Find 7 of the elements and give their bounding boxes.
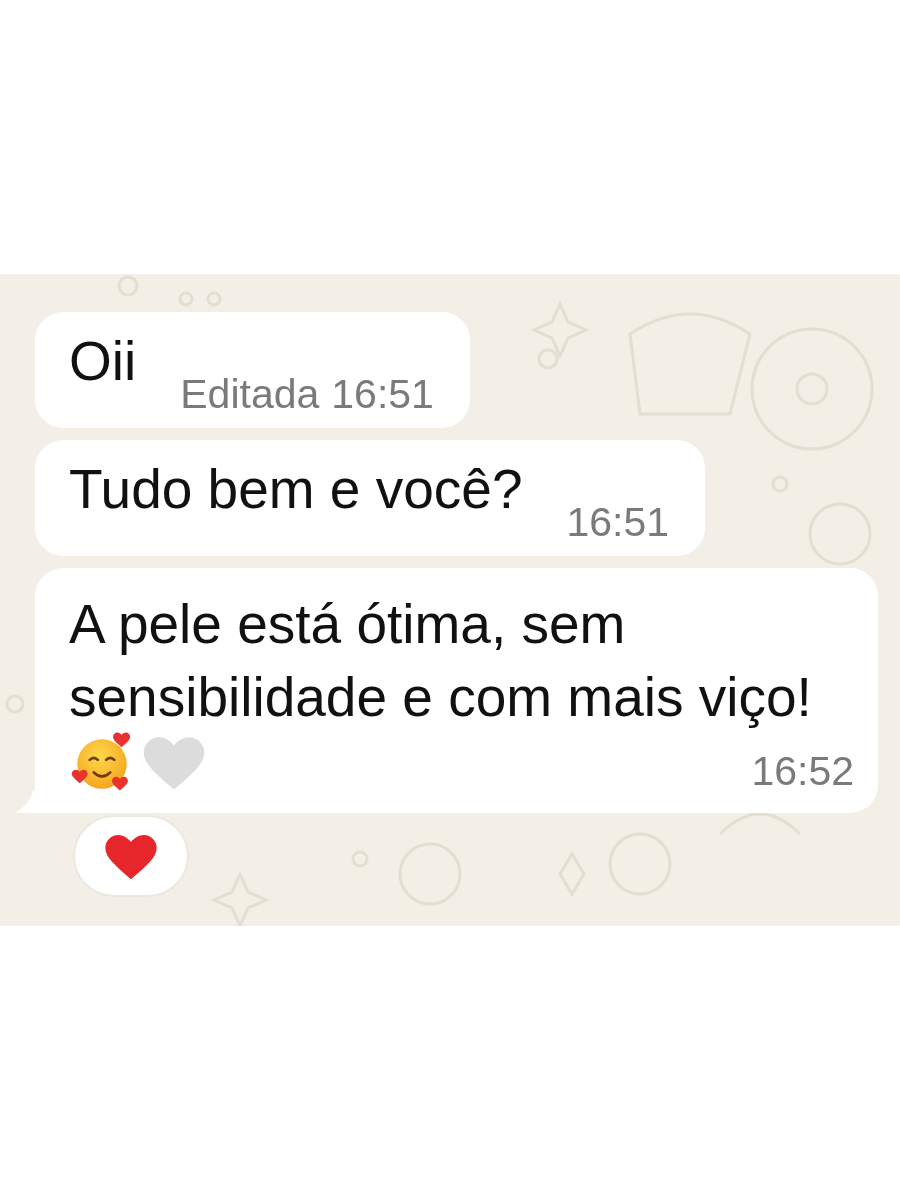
edited-label: Editada [180,371,320,418]
message-text: A pele está ótima, sem sensibilidade e com mais viço! [69,592,813,730]
message-time: 16:52 [751,748,854,796]
message-time: 16:51 [331,371,434,418]
message-time: 16:51 [566,499,670,546]
message-text: Tudo bem e você? [69,457,523,522]
message-text: Oii [69,329,137,394]
